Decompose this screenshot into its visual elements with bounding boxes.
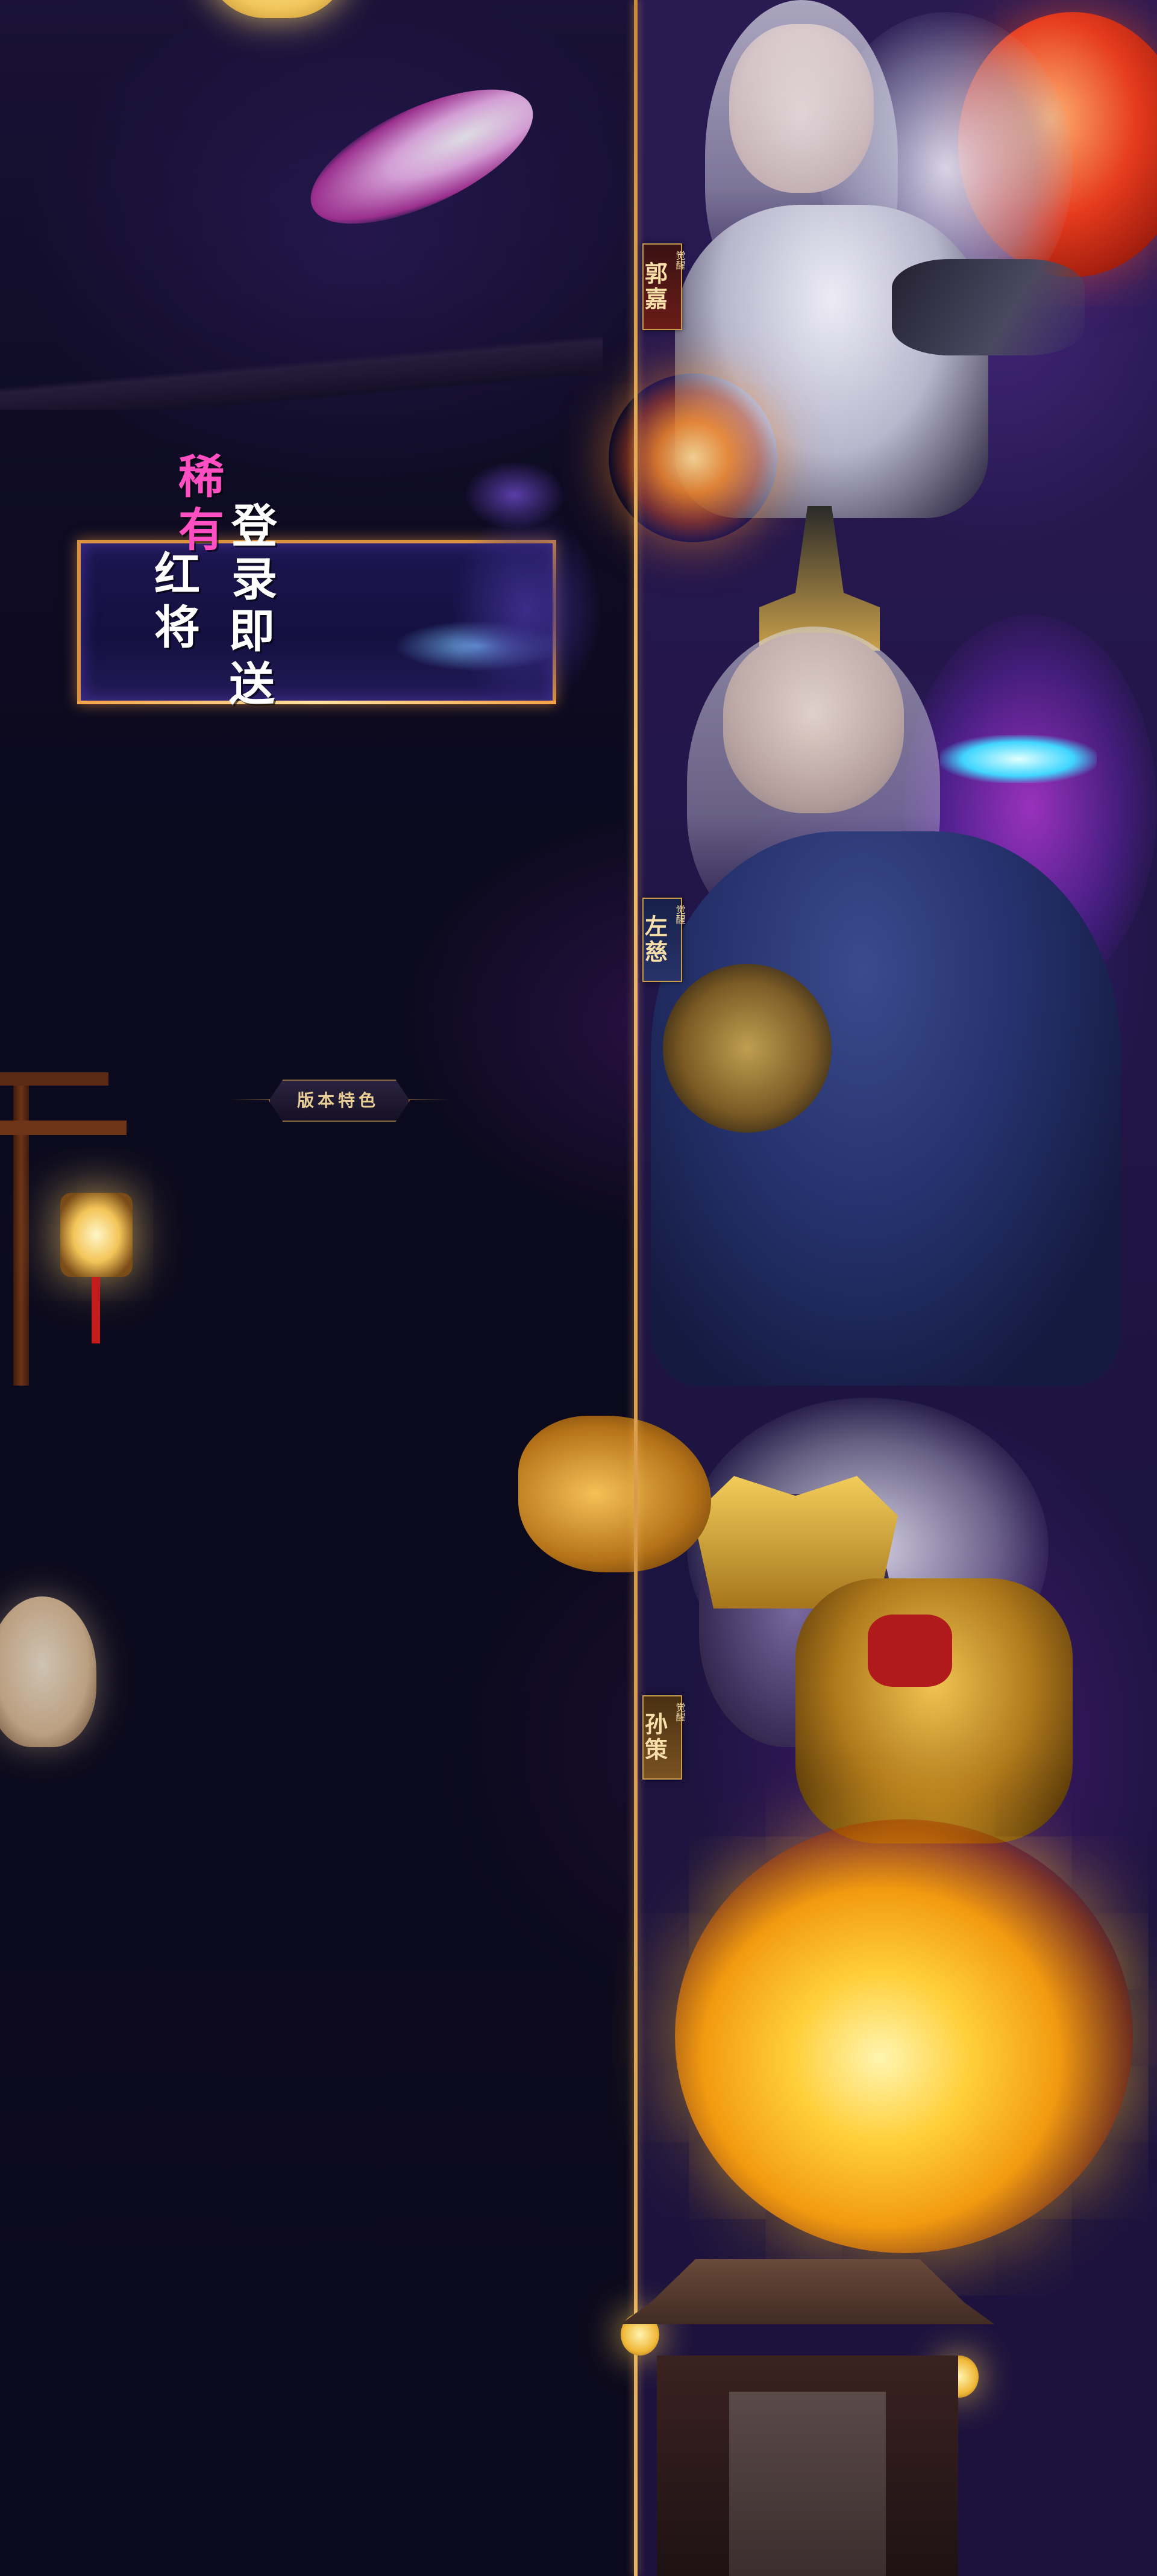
golden-flame <box>675 1819 1133 2253</box>
promo-char: 登 <box>231 499 277 553</box>
promo-char: 稀 <box>178 450 224 504</box>
hero-name-plate-guojia: 郭嘉 觉醒 <box>641 243 686 330</box>
lantern-lamp <box>60 1193 133 1277</box>
section-title-text: 版本特色 <box>296 1090 379 1110</box>
pavilion-roof <box>621 2259 994 2324</box>
promo-text-col-1: 稀 有 <box>178 451 224 557</box>
game-landing-page: 郭嘉 觉醒 左慈 觉醒 孙策 觉醒 稀 有 红 将 登 录 即 送 版本特色 <box>0 0 1157 2576</box>
section-title-badge: 版本特色 <box>269 1080 410 1122</box>
promo-char: 送 <box>229 657 275 711</box>
hero-tag: 觉醒 <box>674 905 686 924</box>
hero-zuoci-art <box>603 494 1157 1386</box>
promo-text-col-3: 登 录 <box>231 500 277 606</box>
hero-name: 郭嘉 <box>641 261 668 312</box>
promo-char: 将 <box>154 601 200 654</box>
hero-name-plate-zuoci: 左慈 觉醒 <box>641 898 686 982</box>
promo-char: 即 <box>229 604 275 658</box>
lantern-post <box>0 1072 133 1386</box>
hero-tag: 觉醒 <box>674 1702 686 1722</box>
hero-name: 孙策 <box>641 1712 668 1763</box>
roof-silhouette <box>0 337 603 410</box>
lantern-tassel <box>92 1277 100 1343</box>
promo-char: 红 <box>154 548 200 601</box>
hero-name: 左慈 <box>641 914 668 965</box>
hero-tag: 觉醒 <box>674 251 686 270</box>
rare-general-promo-banner[interactable] <box>77 453 629 706</box>
pavilion <box>621 2235 994 2576</box>
promo-general-art <box>388 453 629 706</box>
pavilion-door <box>729 2392 886 2576</box>
promo-char: 录 <box>231 552 277 606</box>
golden-divider <box>634 0 638 2576</box>
promo-text-col-4: 即 送 <box>229 605 275 711</box>
hero-name-plate-sunce: 孙策 觉醒 <box>641 1695 686 1780</box>
promo-text-col-2: 红 将 <box>154 548 200 654</box>
